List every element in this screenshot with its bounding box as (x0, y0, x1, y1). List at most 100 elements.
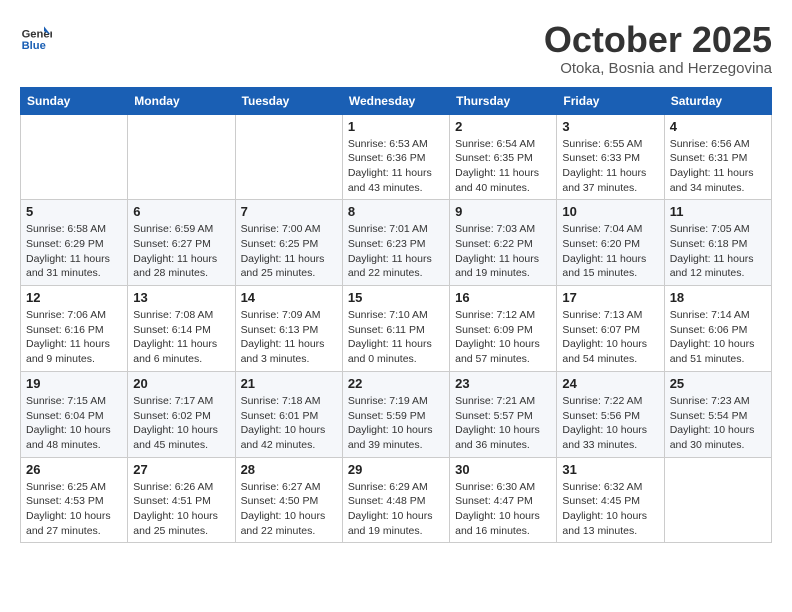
calendar-cell: 28 Sunrise: 6:27 AM Sunset: 4:50 PM Dayli… (235, 457, 342, 543)
calendar-cell: 19 Sunrise: 7:15 AM Sunset: 6:04 PM Dayli… (21, 371, 128, 457)
day-info: Sunrise: 7:05 AM Sunset: 6:18 PM Dayligh… (670, 222, 766, 281)
location-subtitle: Otoka, Bosnia and Herzegovina (544, 60, 772, 77)
calendar-week-row: 19 Sunrise: 7:15 AM Sunset: 6:04 PM Dayli… (21, 371, 772, 457)
calendar-cell: 4Sunrise: 6:56 AM Sunset: 6:31 PM Daylig… (664, 114, 771, 200)
day-info: Sunrise: 7:10 AM Sunset: 6:11 PM Dayligh… (348, 308, 444, 367)
calendar-cell: 3 Sunrise: 6:55 AM Sunset: 6:33 PM Daylig… (557, 114, 664, 200)
day-number: 2 (455, 119, 551, 134)
day-info: Sunrise: 6:55 AM Sunset: 6:33 PM Dayligh… (562, 137, 658, 196)
calendar-cell: 17Sunrise: 7:13 AM Sunset: 6:07 PM Dayli… (557, 286, 664, 372)
weekday-header-cell: Wednesday (342, 87, 449, 114)
day-info: Sunrise: 6:30 AM Sunset: 4:47 PM Dayligh… (455, 480, 551, 539)
day-info: Sunrise: 6:32 AM Sunset: 4:45 PM Dayligh… (562, 480, 658, 539)
calendar-cell: 16 Sunrise: 7:12 AM Sunset: 6:09 PM Dayli… (450, 286, 557, 372)
calendar-cell: 31 Sunrise: 6:32 AM Sunset: 4:45 PM Dayli… (557, 457, 664, 543)
calendar-cell: 22 Sunrise: 7:19 AM Sunset: 5:59 PM Dayli… (342, 371, 449, 457)
calendar-cell: 5Sunrise: 6:58 AM Sunset: 6:29 PM Daylig… (21, 200, 128, 286)
calendar-cell (235, 114, 342, 200)
day-info: Sunrise: 6:59 AM Sunset: 6:27 PM Dayligh… (133, 222, 229, 281)
calendar-cell: 11Sunrise: 7:05 AM Sunset: 6:18 PM Dayli… (664, 200, 771, 286)
calendar-cell: 7Sunrise: 7:00 AM Sunset: 6:25 PM Daylig… (235, 200, 342, 286)
day-number: 10 (562, 204, 658, 219)
weekday-header-cell: Thursday (450, 87, 557, 114)
day-info: Sunrise: 6:29 AM Sunset: 4:48 PM Dayligh… (348, 480, 444, 539)
day-info: Sunrise: 6:26 AM Sunset: 4:51 PM Dayligh… (133, 480, 229, 539)
day-info: Sunrise: 7:03 AM Sunset: 6:22 PM Dayligh… (455, 222, 551, 281)
day-number: 8 (348, 204, 444, 219)
day-number: 31 (562, 462, 658, 477)
day-number: 23 (455, 376, 551, 391)
weekday-header-cell: Tuesday (235, 87, 342, 114)
day-info: Sunrise: 7:21 AM Sunset: 5:57 PM Dayligh… (455, 394, 551, 453)
calendar-cell: 14 Sunrise: 7:09 AM Sunset: 6:13 PM Dayli… (235, 286, 342, 372)
calendar-cell: 2 Sunrise: 6:54 AM Sunset: 6:35 PM Daylig… (450, 114, 557, 200)
day-number: 18 (670, 290, 766, 305)
calendar-cell: 24 Sunrise: 7:22 AM Sunset: 5:56 PM Dayli… (557, 371, 664, 457)
day-number: 20 (133, 376, 229, 391)
calendar-cell: 13Sunrise: 7:08 AM Sunset: 6:14 PM Dayli… (128, 286, 235, 372)
day-info: Sunrise: 7:23 AM Sunset: 5:54 PM Dayligh… (670, 394, 766, 453)
day-number: 24 (562, 376, 658, 391)
calendar-week-row: 1Sunrise: 6:53 AM Sunset: 6:36 PM Daylig… (21, 114, 772, 200)
calendar-cell: 6Sunrise: 6:59 AM Sunset: 6:27 PM Daylig… (128, 200, 235, 286)
day-info: Sunrise: 7:01 AM Sunset: 6:23 PM Dayligh… (348, 222, 444, 281)
day-info: Sunrise: 7:06 AM Sunset: 6:16 PM Dayligh… (26, 308, 122, 367)
logo: General Blue (20, 20, 52, 52)
calendar-cell: 21 Sunrise: 7:18 AM Sunset: 6:01 PM Dayli… (235, 371, 342, 457)
day-number: 30 (455, 462, 551, 477)
day-number: 7 (241, 204, 337, 219)
day-info: Sunrise: 7:15 AM Sunset: 6:04 PM Dayligh… (26, 394, 122, 453)
weekday-header-cell: Friday (557, 87, 664, 114)
day-info: Sunrise: 7:12 AM Sunset: 6:09 PM Dayligh… (455, 308, 551, 367)
day-number: 1 (348, 119, 444, 134)
calendar-cell (21, 114, 128, 200)
calendar-cell: 27 Sunrise: 6:26 AM Sunset: 4:51 PM Dayli… (128, 457, 235, 543)
day-number: 28 (241, 462, 337, 477)
day-info: Sunrise: 7:19 AM Sunset: 5:59 PM Dayligh… (348, 394, 444, 453)
calendar-cell: 15 Sunrise: 7:10 AM Sunset: 6:11 PM Dayli… (342, 286, 449, 372)
calendar-week-row: 5Sunrise: 6:58 AM Sunset: 6:29 PM Daylig… (21, 200, 772, 286)
calendar-cell: 8 Sunrise: 7:01 AM Sunset: 6:23 PM Daylig… (342, 200, 449, 286)
calendar-cell: 25 Sunrise: 7:23 AM Sunset: 5:54 PM Dayli… (664, 371, 771, 457)
day-info: Sunrise: 6:56 AM Sunset: 6:31 PM Dayligh… (670, 137, 766, 196)
day-number: 15 (348, 290, 444, 305)
calendar-cell: 1Sunrise: 6:53 AM Sunset: 6:36 PM Daylig… (342, 114, 449, 200)
day-number: 3 (562, 119, 658, 134)
day-info: Sunrise: 7:13 AM Sunset: 6:07 PM Dayligh… (562, 308, 658, 367)
day-number: 22 (348, 376, 444, 391)
day-info: Sunrise: 6:58 AM Sunset: 6:29 PM Dayligh… (26, 222, 122, 281)
calendar-cell: 9 Sunrise: 7:03 AM Sunset: 6:22 PM Daylig… (450, 200, 557, 286)
day-number: 21 (241, 376, 337, 391)
calendar-cell: 18 Sunrise: 7:14 AM Sunset: 6:06 PM Dayli… (664, 286, 771, 372)
day-info: Sunrise: 6:54 AM Sunset: 6:35 PM Dayligh… (455, 137, 551, 196)
calendar-cell: 26 Sunrise: 6:25 AM Sunset: 4:53 PM Dayli… (21, 457, 128, 543)
day-number: 14 (241, 290, 337, 305)
day-info: Sunrise: 6:25 AM Sunset: 4:53 PM Dayligh… (26, 480, 122, 539)
calendar-body: 1Sunrise: 6:53 AM Sunset: 6:36 PM Daylig… (21, 114, 772, 543)
logo-icon: General Blue (20, 20, 52, 52)
day-info: Sunrise: 7:17 AM Sunset: 6:02 PM Dayligh… (133, 394, 229, 453)
calendar-cell (128, 114, 235, 200)
day-info: Sunrise: 7:09 AM Sunset: 6:13 PM Dayligh… (241, 308, 337, 367)
day-number: 26 (26, 462, 122, 477)
day-info: Sunrise: 7:18 AM Sunset: 6:01 PM Dayligh… (241, 394, 337, 453)
weekday-header-cell: Saturday (664, 87, 771, 114)
day-number: 19 (26, 376, 122, 391)
day-number: 16 (455, 290, 551, 305)
page-header: General Blue October 2025 Otoka, Bosnia … (20, 20, 772, 77)
title-block: October 2025 Otoka, Bosnia and Herzegovi… (544, 20, 772, 77)
day-number: 9 (455, 204, 551, 219)
day-info: Sunrise: 7:22 AM Sunset: 5:56 PM Dayligh… (562, 394, 658, 453)
day-info: Sunrise: 7:14 AM Sunset: 6:06 PM Dayligh… (670, 308, 766, 367)
month-title: October 2025 (544, 20, 772, 60)
day-info: Sunrise: 7:04 AM Sunset: 6:20 PM Dayligh… (562, 222, 658, 281)
day-number: 29 (348, 462, 444, 477)
calendar-cell: 29 Sunrise: 6:29 AM Sunset: 4:48 PM Dayli… (342, 457, 449, 543)
day-number: 25 (670, 376, 766, 391)
svg-text:Blue: Blue (22, 40, 46, 52)
calendar-cell: 30 Sunrise: 6:30 AM Sunset: 4:47 PM Dayli… (450, 457, 557, 543)
day-info: Sunrise: 6:27 AM Sunset: 4:50 PM Dayligh… (241, 480, 337, 539)
day-number: 27 (133, 462, 229, 477)
calendar-week-row: 26 Sunrise: 6:25 AM Sunset: 4:53 PM Dayli… (21, 457, 772, 543)
calendar-cell (664, 457, 771, 543)
